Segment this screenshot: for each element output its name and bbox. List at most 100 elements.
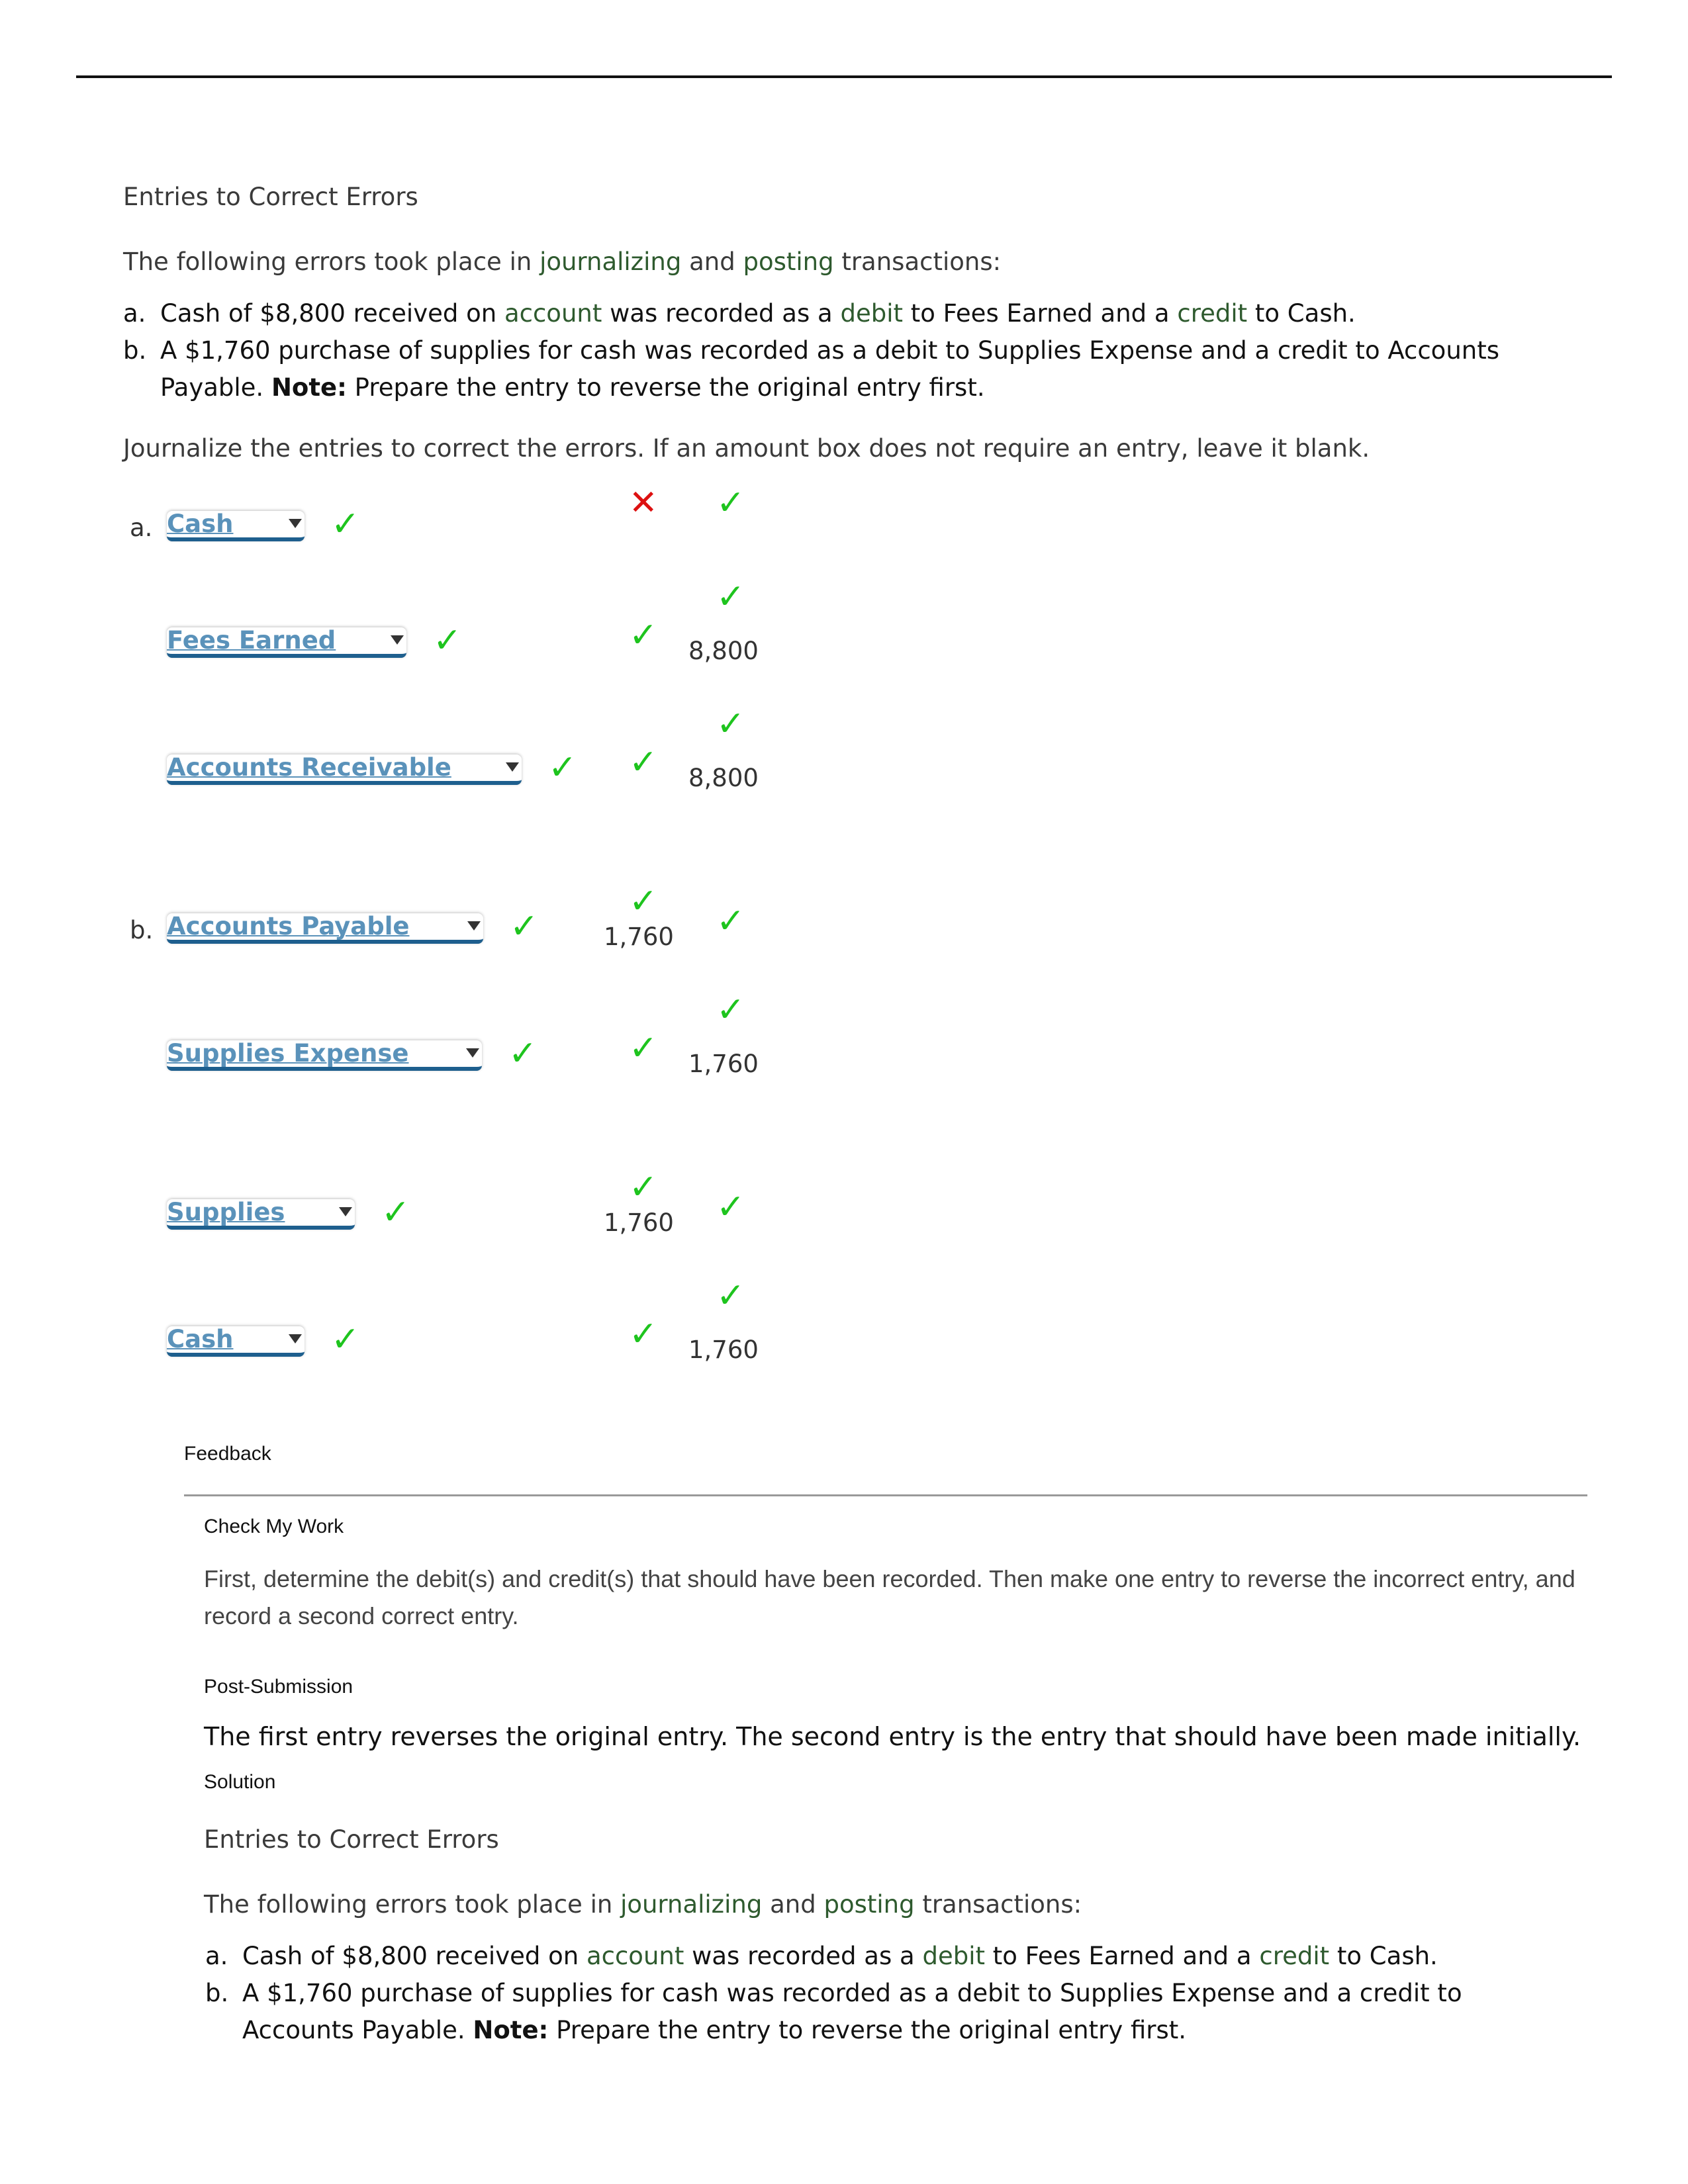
- item-label: b.: [205, 1979, 229, 2007]
- solution-label: Solution: [204, 1771, 276, 1793]
- account-dropdown[interactable]: Supplies: [167, 1198, 355, 1230]
- debit-correct-check-icon: ✓: [629, 882, 658, 921]
- post-submission-label: Post-Submission: [204, 1676, 353, 1698]
- chevron-down-icon: [467, 921, 481, 931]
- debit-correct-check-icon: ✓: [629, 1167, 658, 1207]
- credit-correct-check-icon: ✓: [716, 1276, 745, 1316]
- item-text: A $1,760 purchase of supplies for cash w…: [242, 1979, 1462, 2007]
- account-dropdown-value: Cash: [167, 1325, 234, 1353]
- glossary-link-account[interactable]: account: [504, 299, 602, 328]
- intro-text: The following errors took place in: [123, 248, 540, 276]
- item-text: to Fees Earned and a: [902, 299, 1178, 328]
- debit-correct-check-icon: ✓: [629, 1028, 658, 1068]
- entry-letter: a.: [130, 514, 153, 542]
- account-dropdown[interactable]: Accounts Receivable: [167, 753, 522, 785]
- item-label: a.: [123, 299, 146, 328]
- debit-amount[interactable]: 1,760: [604, 923, 674, 951]
- solution-item-a: a. Cash of $8,800 received on account was…: [205, 1938, 1462, 1975]
- chevron-down-icon: [466, 1048, 479, 1058]
- note-label: Note:: [473, 2016, 549, 2044]
- glossary-link-posting[interactable]: posting: [823, 1890, 914, 1919]
- credit-amount[interactable]: 1,760: [688, 1336, 759, 1364]
- chevron-down-icon: [506, 762, 519, 772]
- item-text: to Cash.: [1247, 299, 1356, 328]
- intro-text: and: [762, 1890, 824, 1919]
- note-text: Prepare the entry to reverse the origina…: [548, 2016, 1187, 2044]
- account-dropdown-value: Accounts Receivable: [167, 753, 451, 782]
- item-text: was recorded as a: [602, 299, 841, 328]
- account-dropdown[interactable]: Cash: [167, 510, 305, 541]
- correct-check-icon: ✓: [331, 1320, 360, 1359]
- chevron-down-icon: [339, 1207, 352, 1216]
- feedback-label: Feedback: [184, 1443, 271, 1465]
- glossary-link-account[interactable]: account: [586, 1942, 684, 1970]
- account-dropdown[interactable]: Fees Earned: [167, 626, 406, 658]
- account-dropdown-value: Supplies: [167, 1198, 285, 1226]
- glossary-link-journalizing[interactable]: journalizing: [620, 1890, 762, 1919]
- item-label: a.: [205, 1942, 228, 1970]
- solution-title: Entries to Correct Errors: [204, 1825, 499, 1854]
- correct-check-icon: ✓: [508, 1034, 538, 1073]
- account-dropdown-value: Fees Earned: [167, 626, 336, 655]
- glossary-link-credit[interactable]: credit: [1259, 1942, 1329, 1970]
- instruction: Journalize the entries to correct the er…: [123, 434, 1370, 463]
- entry-letter: b.: [130, 916, 154, 944]
- credit-correct-check-icon: ✓: [716, 483, 745, 523]
- item-text: Cash of $8,800 received on: [242, 1942, 586, 1970]
- note-text: Prepare the entry to reverse the origina…: [346, 373, 985, 402]
- solution-intro: The following errors took place in journ…: [204, 1890, 1082, 1919]
- chevron-down-icon: [289, 519, 302, 528]
- top-rule: [76, 75, 1612, 78]
- account-dropdown-value: Supplies Expense: [167, 1039, 409, 1068]
- glossary-link-journalizing[interactable]: journalizing: [539, 248, 681, 276]
- debit-correct-check-icon: ✓: [629, 1314, 658, 1354]
- check-my-work-label: Check My Work: [204, 1516, 344, 1537]
- glossary-link-debit[interactable]: debit: [840, 299, 903, 328]
- intro-text: The following errors took place in: [204, 1890, 621, 1919]
- post-submission-text: The first entry reverses the original en…: [204, 1722, 1581, 1751]
- credit-amount[interactable]: 1,760: [688, 1050, 759, 1078]
- credit-correct-check-icon: ✓: [716, 990, 745, 1030]
- account-dropdown[interactable]: Accounts Payable: [167, 912, 483, 944]
- problem-intro: The following errors took place in journ…: [123, 248, 1001, 276]
- debit-amount[interactable]: 1,760: [604, 1208, 674, 1237]
- debit-correct-check-icon: ✓: [629, 615, 658, 655]
- credit-amount[interactable]: 8,800: [688, 764, 759, 792]
- error-item-a: a. Cash of $8,800 received on account was…: [123, 295, 1499, 332]
- correct-check-icon: ✓: [381, 1193, 410, 1232]
- correct-check-icon: ✓: [548, 748, 577, 788]
- account-dropdown[interactable]: Cash: [167, 1325, 305, 1357]
- account-dropdown-value: Cash: [167, 510, 234, 538]
- credit-correct-check-icon: ✓: [716, 577, 745, 617]
- item-label: b.: [123, 336, 147, 365]
- account-dropdown[interactable]: Supplies Expense: [167, 1039, 482, 1071]
- error-list: a. Cash of $8,800 received on account was…: [123, 295, 1499, 406]
- chevron-down-icon: [391, 635, 404, 645]
- chevron-down-icon: [289, 1334, 302, 1343]
- correct-check-icon: ✓: [433, 621, 462, 660]
- glossary-link-posting[interactable]: posting: [743, 248, 833, 276]
- item-text: Cash of $8,800 received on: [160, 299, 504, 328]
- page-title: Entries to Correct Errors: [123, 183, 418, 211]
- check-my-work-text: First, determine the debit(s) and credit…: [204, 1565, 1575, 1629]
- error-item-b: b. A $1,760 purchase of supplies for cash…: [123, 332, 1499, 406]
- debit-correct-check-icon: ✓: [629, 743, 658, 782]
- feedback-divider: [184, 1494, 1587, 1496]
- account-dropdown-value: Accounts Payable: [167, 912, 410, 940]
- item-text: Payable.: [160, 373, 264, 402]
- debit-incorrect-x-icon: ✕: [629, 483, 658, 523]
- solution-item-b: b. A $1,760 purchase of supplies for cash…: [205, 1975, 1462, 2049]
- intro-text: transactions:: [833, 248, 1002, 276]
- credit-correct-check-icon: ✓: [716, 901, 745, 941]
- correct-check-icon: ✓: [510, 907, 539, 946]
- intro-text: transactions:: [914, 1890, 1082, 1919]
- item-text: was recorded as a: [684, 1942, 923, 1970]
- glossary-link-credit[interactable]: credit: [1177, 299, 1247, 328]
- intro-text: and: [681, 248, 743, 276]
- glossary-link-debit[interactable]: debit: [922, 1942, 985, 1970]
- item-text: A $1,760 purchase of supplies for cash w…: [160, 336, 1500, 365]
- item-text: to Fees Earned and a: [984, 1942, 1260, 1970]
- credit-amount[interactable]: 8,800: [688, 637, 759, 665]
- note-label: Note:: [271, 373, 347, 402]
- item-text: Accounts Payable.: [242, 2016, 465, 2044]
